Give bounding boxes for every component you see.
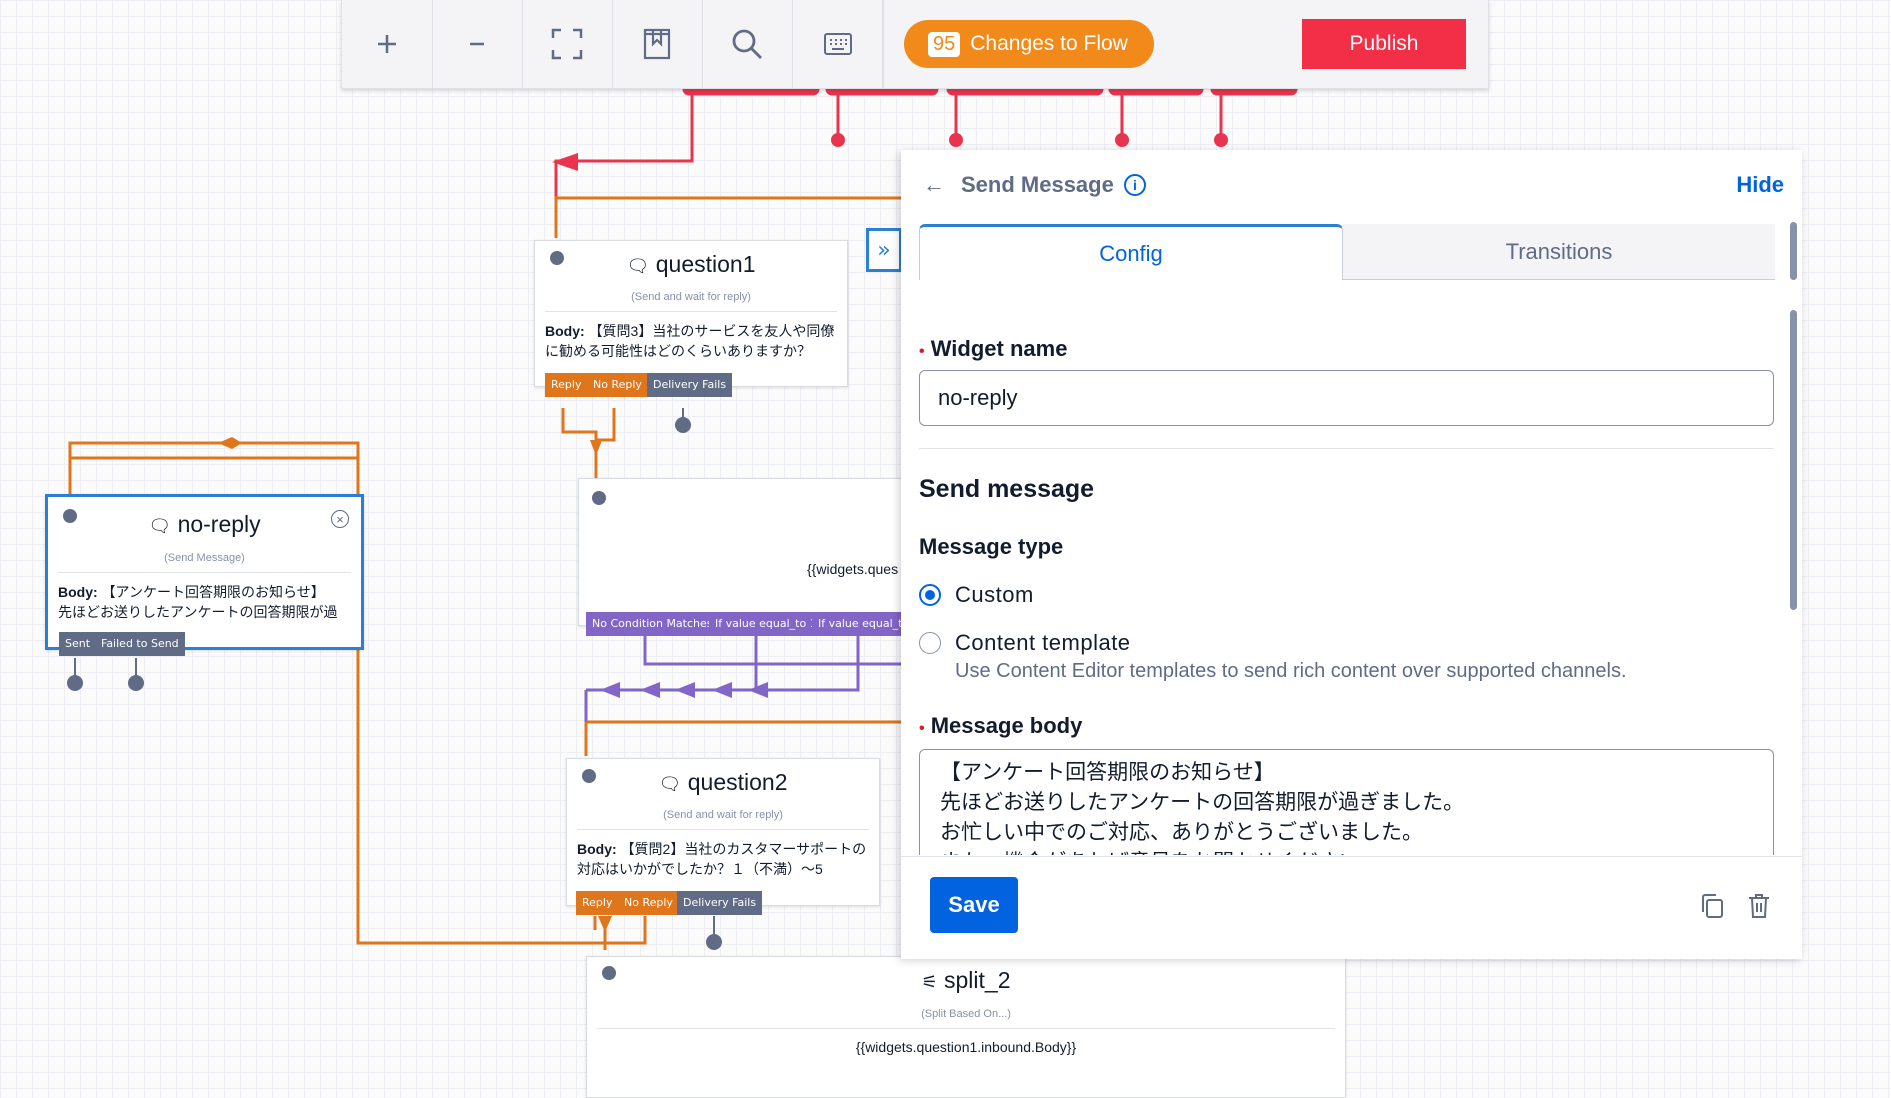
widget-title: 🗨 no-reply — [148, 511, 261, 537]
transition-reply[interactable]: Reply — [545, 373, 588, 397]
transition-no-reply[interactable]: No Reply — [618, 891, 679, 915]
trash-icon[interactable] — [1748, 893, 1770, 924]
widget-body: Body: 【アンケート回答期限のお知らせ】 先ほどお送りしたアンケートの回答期… — [58, 582, 353, 622]
transition-delivery-fails[interactable]: Delivery Fails — [647, 373, 733, 397]
message-type-label: Message type — [919, 534, 1064, 559]
radio-custom-label[interactable]: Custom — [955, 582, 1034, 608]
tab-transitions[interactable]: Transitions — [1343, 224, 1775, 280]
transition-no-reply[interactable]: No Reply — [587, 373, 648, 397]
body-text: 【質問3】当社のサービスを友人や同僚に勧める可能性はどのくらいありますか？ — [545, 323, 835, 359]
body-label: Body: — [545, 323, 585, 339]
split-icon: ⚟ — [921, 972, 938, 992]
panel-title: Send Message — [961, 172, 1114, 197]
body-label: Body: — [58, 584, 98, 600]
message-body-textarea[interactable]: 【アンケート回答期限のお知らせ】 先ほどお送りしたアンケートの回答期限が過ぎまし… — [919, 749, 1774, 855]
changes-count-badge: 95 — [928, 31, 961, 57]
widget-question1[interactable]: 🗨 question1 (Send and wait for reply) Bo… — [534, 240, 848, 387]
body-label: Body: — [577, 841, 617, 857]
required-marker: • — [919, 720, 925, 737]
send-message-panel: ← Send Message i Hide Config Transitions… — [901, 150, 1802, 959]
plus-icon — [378, 35, 396, 53]
message-body-label: • Message body — [919, 713, 1083, 738]
info-icon[interactable]: i — [1124, 174, 1146, 196]
close-icon[interactable]: × — [331, 510, 349, 528]
save-button[interactable]: Save — [930, 877, 1018, 933]
radio-content-template-label[interactable]: Content template — [955, 630, 1131, 656]
divider — [58, 572, 351, 573]
widget-name-label: • Widget name — [919, 336, 1068, 361]
divider — [577, 829, 869, 830]
keyboard-icon — [824, 33, 852, 55]
changes-to-flow-button[interactable]: 95 Changes to Flow — [904, 20, 1154, 68]
minus-icon — [470, 42, 484, 46]
widget-title: 🗨 question1 — [626, 251, 756, 277]
widget-subtitle: (Send Message) — [164, 552, 245, 564]
divider — [545, 311, 837, 312]
panel-tabs: Config Transitions — [919, 224, 1775, 280]
fullscreen-icon — [551, 28, 583, 60]
widget-split-2[interactable]: ⚟ split_2 (Split Based On...) {{widgets.… — [586, 956, 1346, 1098]
keyboard-shortcuts-button[interactable] — [792, 0, 884, 88]
transition-reply[interactable]: Reply — [576, 891, 619, 915]
publish-button[interactable]: Publish — [1302, 19, 1466, 69]
duplicate-icon[interactable] — [1700, 893, 1724, 924]
changes-label: Changes to Flow — [970, 32, 1128, 55]
zoom-in-button[interactable] — [342, 0, 433, 88]
collapse-panel-button[interactable]: » — [866, 228, 902, 272]
search-icon — [732, 29, 762, 59]
body-line-1: 【アンケート回答期限のお知らせ】 — [101, 584, 325, 600]
transition-delivery-fails[interactable]: Delivery Fails — [677, 891, 763, 915]
required-marker: • — [919, 343, 925, 360]
scrollbar-tabs[interactable] — [1790, 222, 1797, 280]
body-text: 【質問2】当社のカスタマーサポートの対応はいかがでしたか？１（不満）〜5 — [577, 841, 867, 877]
panel-header: ← Send Message i Hide — [901, 150, 1802, 220]
section-title: Send message — [919, 475, 1095, 503]
widget-body: Body: 【質問2】当社のカスタマーサポートの対応はいかがでしたか？１（不満）… — [577, 839, 871, 879]
radio-custom[interactable] — [919, 584, 941, 606]
widget-name-input[interactable] — [919, 370, 1774, 426]
content-template-help: Use Content Editor templates to send ric… — [955, 660, 1627, 682]
input-connector[interactable] — [592, 491, 606, 505]
zoom-out-button[interactable] — [432, 0, 523, 88]
canvas-toolbar: 95 Changes to Flow Publish — [341, 0, 1489, 89]
message-bubble-icon: 🗨 — [658, 774, 682, 794]
transition-failed-to-send[interactable]: Failed to Send — [95, 632, 185, 656]
hide-button[interactable]: Hide — [1736, 172, 1784, 198]
tab-config[interactable]: Config — [919, 224, 1343, 280]
bookmark-icon — [643, 28, 671, 60]
divider — [597, 1028, 1335, 1029]
widget-question2[interactable]: 🗨 question2 (Send and wait for reply) Bo… — [566, 758, 880, 906]
message-bubble-icon: 🗨 — [148, 516, 172, 536]
widget-subtitle: (Send and wait for reply) — [631, 291, 751, 303]
back-arrow-icon[interactable]: ← — [923, 172, 945, 198]
radio-content-template[interactable] — [919, 632, 941, 654]
widget-title: ⚟ split_2 — [921, 967, 1011, 993]
widget-subtitle: (Split Based On...) — [921, 1008, 1011, 1020]
panel-footer: Save — [901, 856, 1802, 959]
transition-sent[interactable]: Sent — [59, 632, 97, 656]
fit-to-screen-button[interactable] — [522, 0, 613, 88]
scrollbar[interactable] — [1790, 310, 1797, 610]
widget-title: 🗨 question2 — [658, 769, 788, 795]
body-line-2: 先ほどお送りしたアンケートの回答期限が過 — [58, 604, 338, 620]
bookmark-button[interactable] — [612, 0, 703, 88]
widget-body: Body: 【質問3】当社のサービスを友人や同僚に勧める可能性はどのくらいありま… — [545, 321, 839, 361]
widget-subtitle: (Send and wait for reply) — [663, 809, 783, 821]
transition-no-condition-matches[interactable]: No Condition Matches — [586, 612, 719, 636]
double-chevron-right-icon: » — [877, 237, 891, 263]
widget-split-1[interactable]: {{widgets.ques — [578, 478, 910, 626]
split-expression: {{widgets.ques — [807, 561, 899, 577]
split-expression: {{widgets.question1.inbound.Body}} — [855, 1039, 1077, 1055]
transition-equal-1[interactable]: If value equal_to 1 — [709, 612, 823, 636]
divider — [919, 448, 1774, 449]
message-bubble-icon: 🗨 — [626, 256, 650, 276]
widget-no-reply[interactable]: 🗨 no-reply × (Send Message) Body: 【アンケート… — [45, 494, 364, 650]
